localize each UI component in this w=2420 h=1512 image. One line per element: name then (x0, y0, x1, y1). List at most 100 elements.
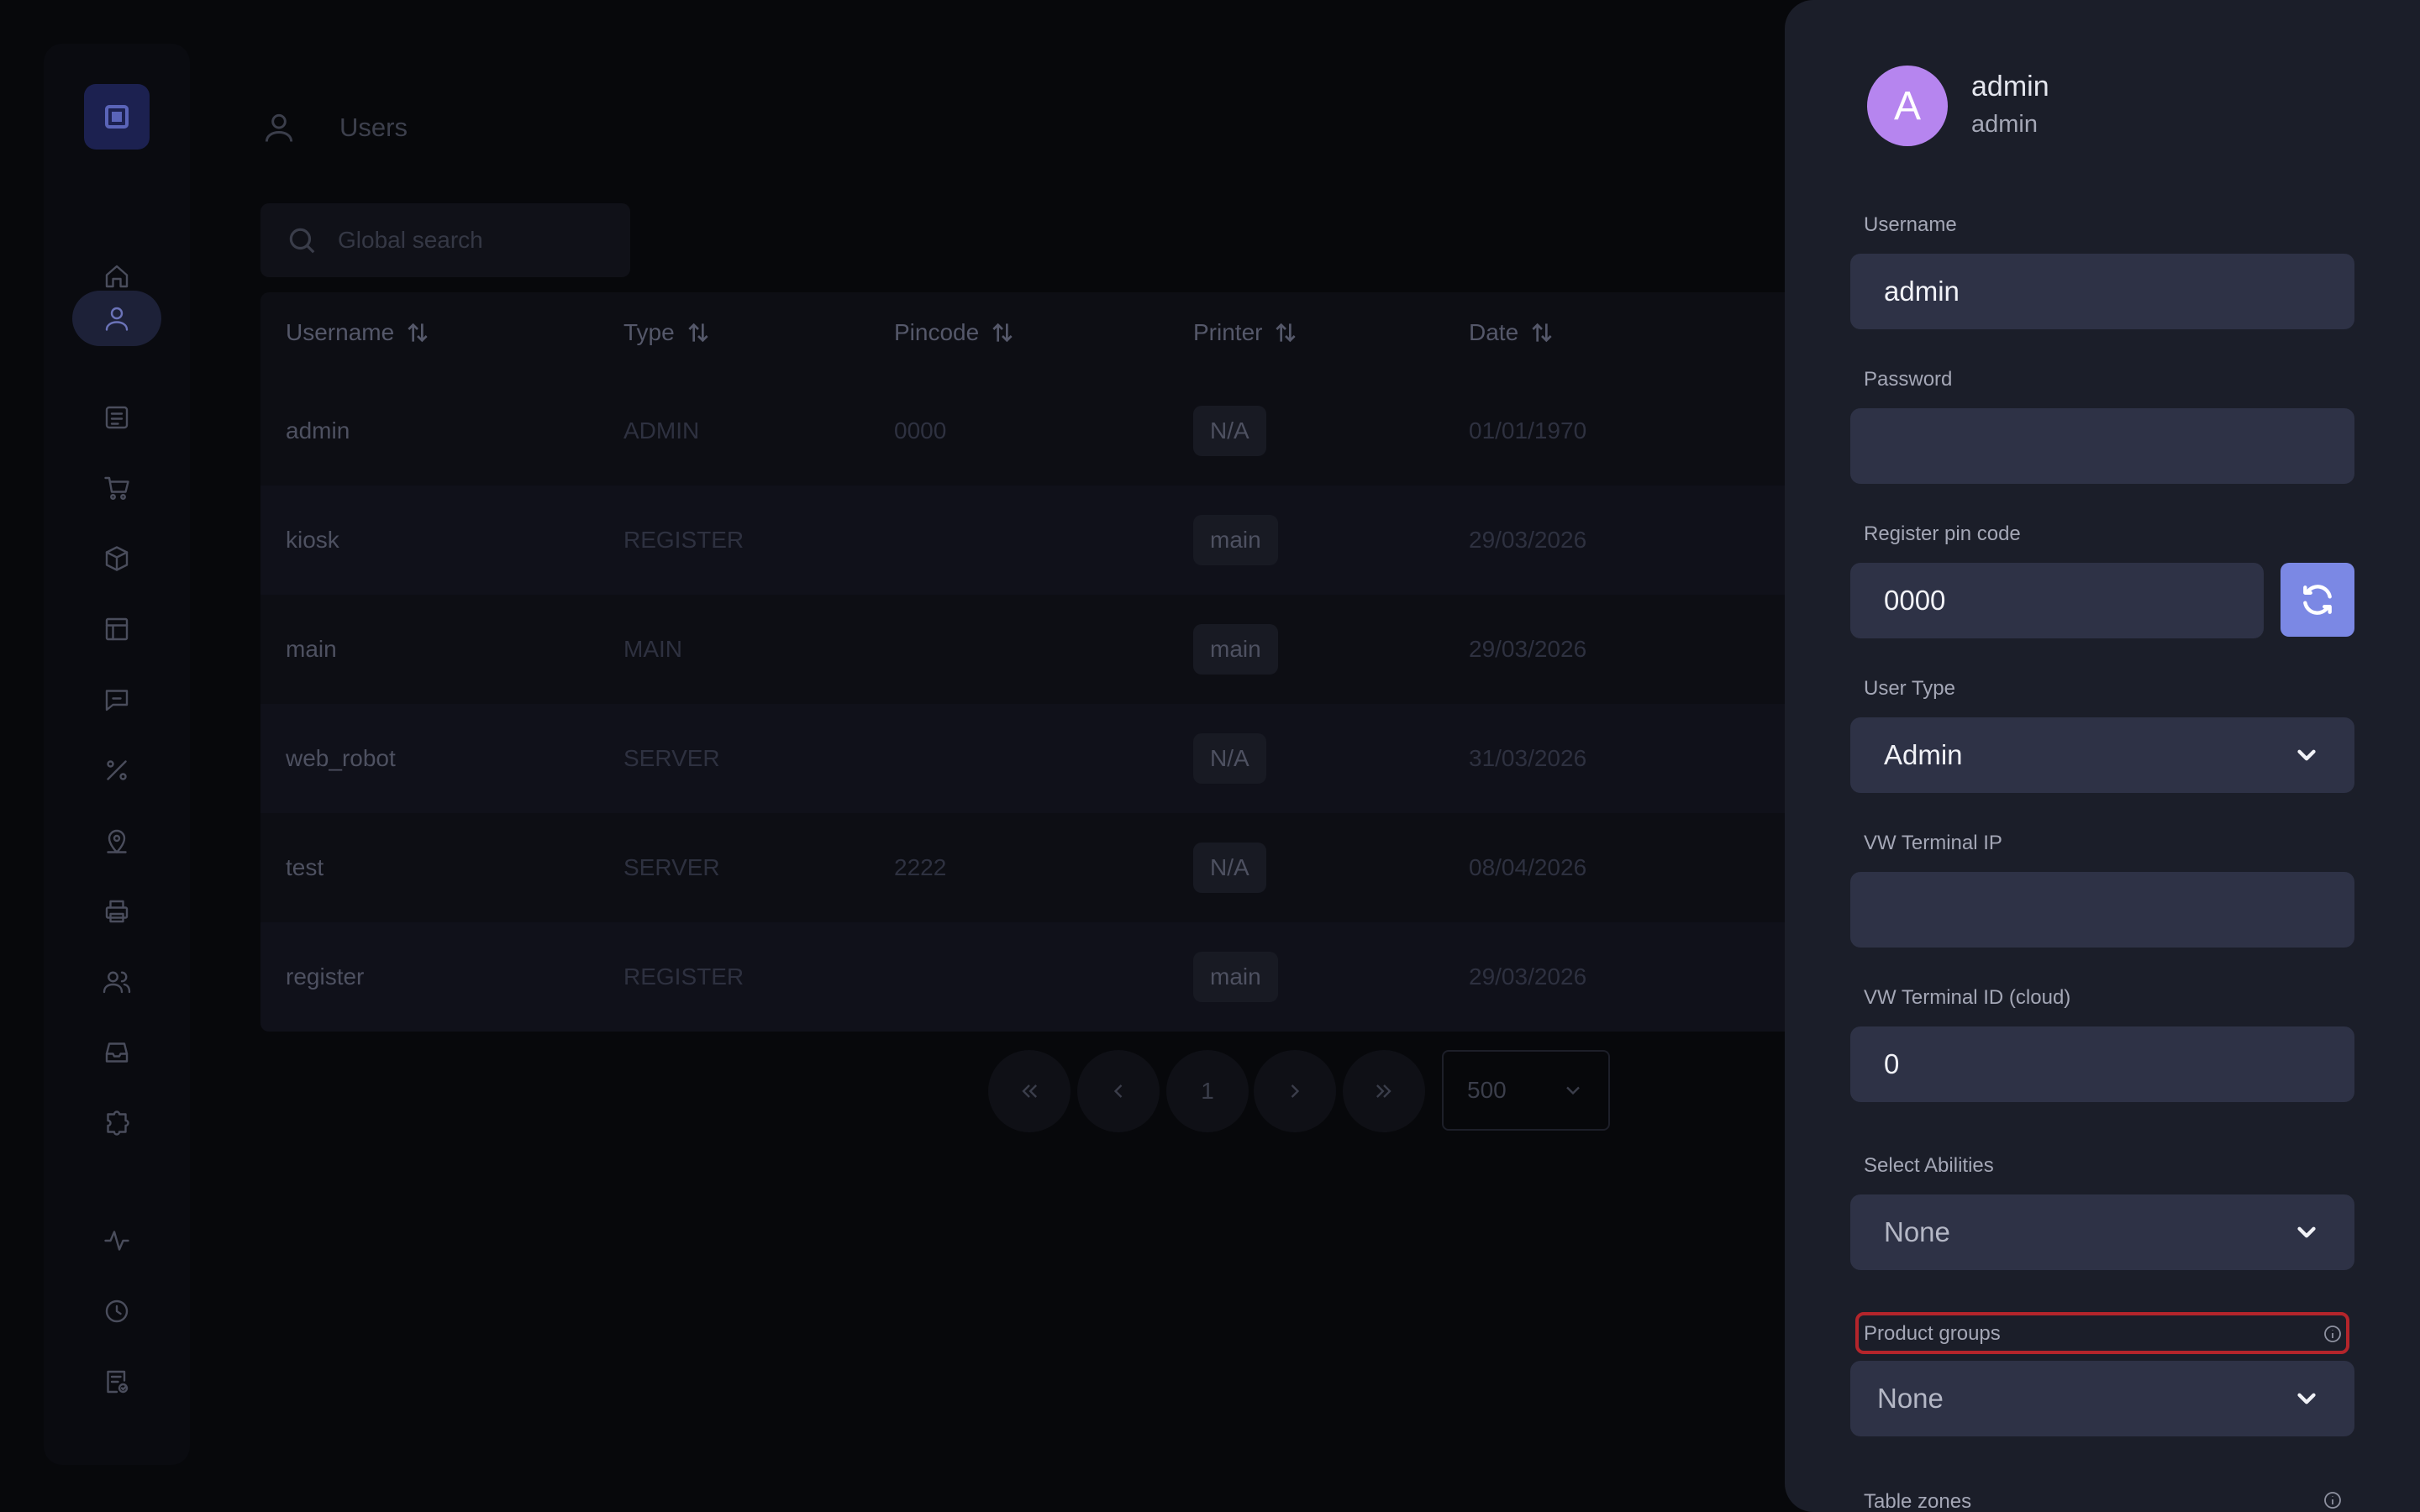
page-title: Users (339, 113, 408, 142)
password-field[interactable] (1850, 408, 2354, 484)
report-icon (107, 1370, 129, 1394)
cell-username: admin (286, 417, 350, 444)
cell-printer: main (1193, 486, 1278, 595)
inbox-icon (105, 1042, 129, 1063)
table-row[interactable]: web_robot SERVER N/A 31/03/2026 (260, 704, 1785, 813)
abilities-select[interactable]: None (1850, 1194, 2354, 1270)
nav-users[interactable] (72, 291, 161, 346)
nav-printers[interactable] (72, 884, 161, 939)
cell-pincode: 0000 (894, 417, 947, 444)
cell-printer: N/A (1193, 704, 1266, 813)
terminal-ip-label: VW Terminal IP (1864, 832, 2002, 854)
percent-icon (107, 760, 127, 780)
printer-badge: N/A (1193, 733, 1266, 784)
sort-icon (992, 323, 1013, 343)
cell-pincode: 2222 (894, 854, 947, 880)
column-header-type[interactable]: Type (623, 319, 712, 346)
nav-orders[interactable] (72, 390, 161, 445)
column-header-date[interactable]: Date (1469, 319, 1555, 346)
product-groups-label: Product groups (1864, 1322, 2001, 1345)
search-icon (289, 228, 315, 254)
cell-date: 31/03/2026 (1469, 745, 1587, 771)
sort-icon (1532, 323, 1552, 343)
next-page-button[interactable] (1254, 1050, 1336, 1132)
message-icon (105, 690, 129, 711)
nav-locations[interactable] (72, 813, 161, 869)
user-edit-panel: A admin admin Username admin Password Re… (1785, 0, 2420, 1512)
user-icon (105, 307, 129, 331)
user-icon (265, 113, 293, 142)
table-row[interactable]: register REGISTER main 29/03/2026 (260, 922, 1785, 1032)
product-groups-select[interactable]: None (1850, 1361, 2354, 1436)
table-row[interactable]: admin ADMIN 0000 N/A 01/01/1970 (260, 376, 1785, 486)
users-table: Username Type Pincode Printer Date admin… (260, 292, 1785, 1032)
info-icon[interactable] (2323, 1490, 2343, 1510)
chevron-down-icon (1566, 1086, 1580, 1095)
cell-username: kiosk (286, 527, 339, 553)
terminal-ip-field[interactable] (1850, 872, 2354, 948)
user-type-select[interactable]: Admin (1850, 717, 2354, 793)
cell-printer: N/A (1193, 376, 1266, 486)
avatar: A (1867, 66, 1948, 146)
pincode-field[interactable]: 0000 (1850, 563, 2264, 638)
chevron-left-icon (1113, 1084, 1123, 1098)
info-icon[interactable] (2323, 1324, 2343, 1344)
table-row[interactable]: test SERVER 2222 N/A 08/04/2026 (260, 813, 1785, 922)
chevron-right-icon (1291, 1084, 1300, 1098)
panel-user-name: admin (1971, 71, 2049, 102)
page-number-button[interactable]: 1 (1166, 1050, 1249, 1132)
cell-printer: N/A (1193, 813, 1266, 922)
nav-customers[interactable] (72, 954, 161, 1010)
cell-type: SERVER (623, 854, 720, 880)
column-header-username[interactable]: Username (286, 319, 431, 346)
table-row[interactable]: kiosk REGISTER main 29/03/2026 (260, 486, 1785, 595)
chevron-down-icon (2297, 749, 2316, 761)
table-row[interactable]: main MAIN main 29/03/2026 (260, 595, 1785, 704)
cell-printer: main (1193, 595, 1278, 704)
cell-date: 08/04/2026 (1469, 854, 1587, 880)
page-size-select[interactable]: 500 (1442, 1050, 1610, 1131)
column-header-printer[interactable]: Printer (1193, 319, 1299, 346)
nav-discounts[interactable] (72, 743, 161, 798)
nav-messages[interactable] (72, 672, 161, 727)
nav-history[interactable] (72, 1284, 161, 1339)
app-logo[interactable] (84, 84, 150, 150)
nav-cart[interactable] (72, 460, 161, 516)
username-field[interactable]: admin (1850, 254, 2354, 329)
orders-icon (105, 406, 129, 429)
table-zones-label: Table zones (1864, 1490, 1972, 1512)
pincode-label: Register pin code (1864, 522, 2021, 545)
cell-type: SERVER (623, 745, 720, 771)
sort-icon (408, 323, 428, 343)
terminal-id-field[interactable]: 0 (1850, 1026, 2354, 1102)
prev-page-button[interactable] (1077, 1050, 1160, 1132)
location-icon (107, 829, 127, 853)
cell-type: REGISTER (623, 963, 744, 990)
table-icon (105, 617, 129, 641)
table-header: Username Type Pincode Printer Date (260, 292, 1785, 376)
nav-tables[interactable] (72, 601, 161, 657)
clock-icon (105, 1299, 129, 1323)
printer-badge: main (1193, 515, 1278, 565)
cell-date: 01/01/1970 (1469, 417, 1587, 444)
last-page-button[interactable] (1343, 1050, 1425, 1132)
column-header-pincode[interactable]: Pincode (894, 319, 1016, 346)
logo-icon (105, 105, 129, 129)
username-label: Username (1864, 213, 1957, 236)
chevron-down-icon (2297, 1393, 2316, 1404)
search-input[interactable] (338, 227, 615, 254)
global-search[interactable] (260, 203, 630, 277)
nav-activity[interactable] (72, 1213, 161, 1268)
cell-printer: main (1193, 922, 1278, 1032)
sort-icon (1276, 323, 1297, 343)
nav-integrations[interactable] (72, 1095, 161, 1151)
cell-type: REGISTER (623, 527, 744, 553)
regenerate-pincode-button[interactable] (2281, 563, 2354, 637)
first-page-button[interactable] (988, 1050, 1071, 1132)
nav-products[interactable] (72, 531, 161, 586)
nav-inbox[interactable] (72, 1025, 161, 1080)
nav-reports[interactable] (72, 1354, 161, 1410)
sort-icon (688, 323, 708, 343)
cell-date: 29/03/2026 (1469, 636, 1587, 662)
cell-date: 29/03/2026 (1469, 527, 1587, 553)
